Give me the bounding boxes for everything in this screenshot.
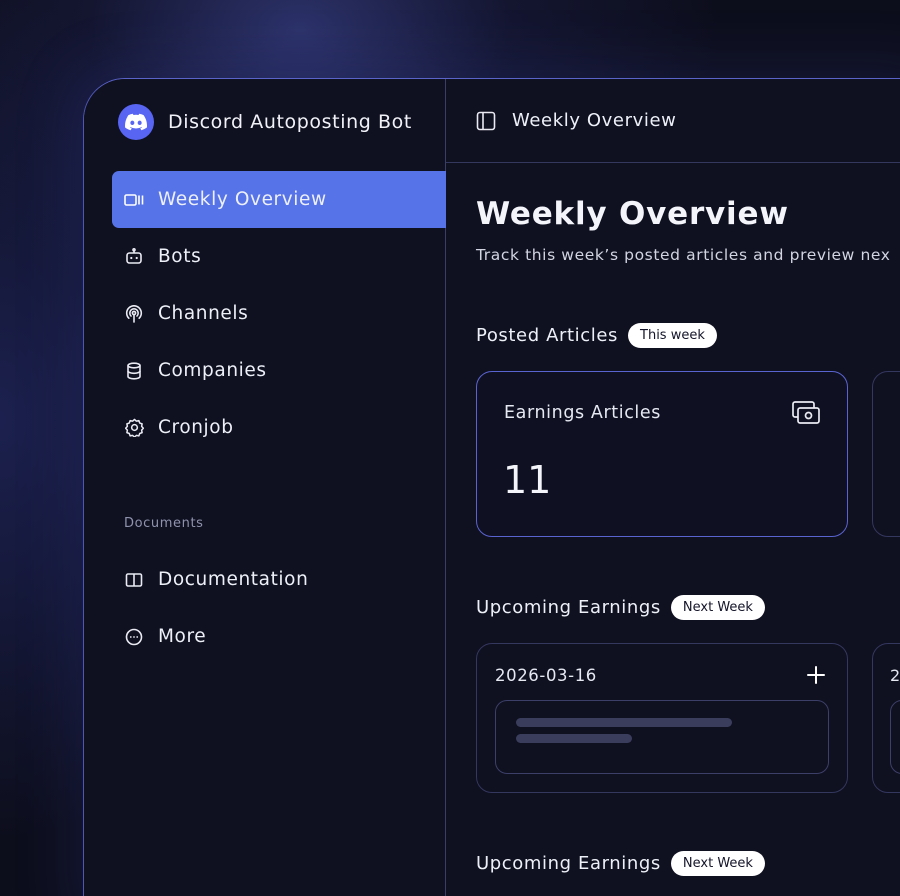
stat-card-partial[interactable] xyxy=(872,371,900,537)
page-subtitle: Track this week’s posted articles and pr… xyxy=(476,246,891,264)
sidebar-item-cronjob[interactable]: Cronjob xyxy=(112,399,446,456)
sidebar-item-label: Companies xyxy=(158,360,267,381)
loading-skeleton xyxy=(890,700,900,774)
discord-icon xyxy=(118,104,154,140)
earnings-day-card: 2026-03-16 xyxy=(476,643,848,793)
background: Discord Autoposting Bot Weekly Overview xyxy=(0,0,900,896)
database-icon xyxy=(124,361,144,381)
upcoming-earnings-header-2: Upcoming Earnings Next Week xyxy=(476,851,765,876)
sidebar: Discord Autoposting Bot Weekly Overview xyxy=(84,79,446,896)
upcoming-earnings-header: Upcoming Earnings Next Week xyxy=(476,595,765,620)
this-week-badge: This week xyxy=(628,323,717,348)
sidebar-item-label: More xyxy=(158,626,207,647)
sidebar-item-more[interactable]: More xyxy=(112,608,446,665)
stat-value: 11 xyxy=(503,458,552,502)
gear-icon xyxy=(124,418,144,438)
app-window: Discord Autoposting Bot Weekly Overview xyxy=(83,78,900,896)
main-content: Weekly Overview Weekly Overview Track th… xyxy=(446,79,900,896)
sidebar-item-label: Cronjob xyxy=(158,417,234,438)
page-title: Weekly Overview xyxy=(476,196,789,232)
sidebar-item-weekly-overview[interactable]: Weekly Overview xyxy=(112,171,446,228)
skeleton-line xyxy=(516,734,632,743)
add-icon[interactable] xyxy=(805,664,827,686)
sidebar-item-label: Channels xyxy=(158,303,249,324)
bot-icon xyxy=(124,247,144,267)
documents-section-label: Documents xyxy=(124,516,204,531)
sidebar-item-channels[interactable]: Channels xyxy=(112,285,446,342)
section-title: Posted Articles xyxy=(476,325,619,346)
overview-icon xyxy=(124,190,144,210)
broadcast-icon xyxy=(124,304,144,324)
brand: Discord Autoposting Bot xyxy=(118,104,412,140)
stat-title: Earnings Articles xyxy=(504,403,661,423)
sidebar-toggle-icon[interactable] xyxy=(476,111,496,131)
sidebar-item-label: Weekly Overview xyxy=(158,189,327,210)
earnings-day-card-partial: 2 xyxy=(872,643,900,793)
earnings-date: 2026-03-16 xyxy=(495,666,597,685)
money-icon xyxy=(791,400,821,430)
next-week-badge: Next Week xyxy=(670,595,765,620)
sidebar-item-label: Documentation xyxy=(158,569,309,590)
sidebar-item-documentation[interactable]: Documentation xyxy=(112,551,446,608)
app-name: Discord Autoposting Bot xyxy=(168,111,412,133)
posted-articles-header: Posted Articles This week xyxy=(476,323,717,348)
sidebar-item-bots[interactable]: Bots xyxy=(112,228,446,285)
section-title: Upcoming Earnings xyxy=(476,853,661,874)
sidebar-item-label: Bots xyxy=(158,246,202,267)
more-icon xyxy=(124,627,144,647)
next-week-badge: Next Week xyxy=(670,851,765,876)
book-icon xyxy=(124,570,144,590)
topbar-title: Weekly Overview xyxy=(512,110,677,131)
loading-skeleton xyxy=(495,700,829,774)
earnings-articles-card[interactable]: Earnings Articles 11 xyxy=(476,371,848,537)
topbar: Weekly Overview xyxy=(446,79,900,163)
skeleton-line xyxy=(516,718,732,727)
earnings-date: 2 xyxy=(890,666,900,685)
sidebar-item-companies[interactable]: Companies xyxy=(112,342,446,399)
section-title: Upcoming Earnings xyxy=(476,597,661,618)
